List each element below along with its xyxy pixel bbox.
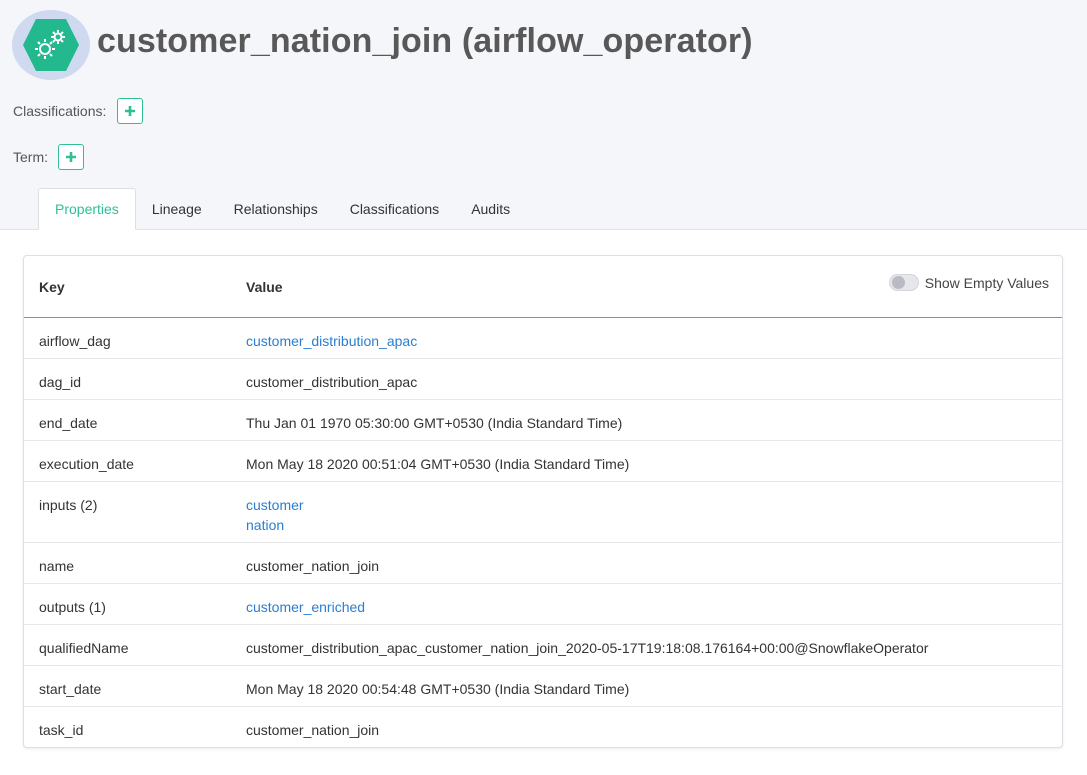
property-value: customer_enriched [246, 597, 365, 617]
property-key: inputs (2) [39, 497, 98, 513]
table-row: qualifiedName customer_distribution_apac_… [24, 625, 1062, 666]
value-text: Mon May 18 2020 00:51:04 GMT+0530 (India… [246, 456, 630, 472]
tab-lineage[interactable]: Lineage [136, 188, 218, 230]
property-key: dag_id [39, 374, 82, 390]
property-key: name [39, 558, 75, 574]
property-value: customer_distribution_apac [246, 372, 417, 392]
value-text: Mon May 18 2020 00:54:48 GMT+0530 (India… [246, 681, 630, 697]
property-value: customer_distribution_apac_customer_nati… [246, 638, 928, 658]
classifications-row: Classifications: [13, 98, 144, 124]
gear-hexagon-icon [12, 10, 90, 80]
value-text: customer_nation_join [246, 722, 380, 738]
value-text: customer_distribution_apac [246, 374, 418, 390]
add-classification-button[interactable] [117, 98, 144, 124]
term-row: Term: [13, 144, 84, 170]
value-text: Thu Jan 01 1970 05:30:00 GMT+0530 (India… [246, 415, 623, 431]
property-key: start_date [39, 681, 102, 697]
key-column-header: Key [39, 279, 65, 295]
property-value: customer_distribution_apac [246, 331, 417, 351]
classifications-label: Classifications: [13, 103, 107, 119]
value-column-header: Value [246, 279, 283, 295]
property-value: Mon May 18 2020 00:54:48 GMT+0530 (India… [246, 679, 629, 699]
table-header: Key Value Show Empty Values [24, 256, 1062, 318]
show-empty-values-label: Show Empty Values [924, 274, 1049, 291]
table-row: end_date Thu Jan 01 1970 05:30:00 GMT+053… [24, 400, 1062, 441]
property-key: execution_date [39, 456, 134, 472]
properties-panel: Key Value Show Empty Values airflow_dagc… [23, 255, 1063, 748]
table-row: dag_id customer_distribution_apac [24, 359, 1062, 400]
entity-link[interactable]: customer_enriched [246, 597, 365, 617]
tab-bar: Properties Lineage Relationships Classif… [38, 188, 526, 230]
show-empty-values-toggle[interactable] [888, 274, 919, 291]
property-key: qualifiedName [39, 640, 129, 656]
property-key: airflow_dag [39, 333, 111, 349]
page-title: customer_nation_join (airflow_operator) [97, 22, 753, 60]
entity-link[interactable]: nation [246, 515, 304, 535]
property-value: Thu Jan 01 1970 05:30:00 GMT+0530 (India… [246, 413, 622, 433]
property-value: Mon May 18 2020 00:51:04 GMT+0530 (India… [246, 454, 629, 474]
value-text: customer_nation_join [246, 558, 380, 574]
toggle-knob [891, 276, 905, 289]
tab-classifications[interactable]: Classifications [334, 188, 455, 230]
entity-link[interactable]: customer_distribution_apac [246, 331, 417, 351]
tab-relationships[interactable]: Relationships [218, 188, 334, 230]
entity-link[interactable]: customer [246, 495, 304, 515]
property-key: end_date [39, 415, 98, 431]
add-term-button[interactable] [58, 144, 84, 170]
tab-audits[interactable]: Audits [455, 188, 526, 230]
table-row: name customer_nation_join [24, 543, 1062, 584]
table-row: inputs (2) customer nation [24, 482, 1062, 543]
plus-icon [66, 152, 76, 162]
table-row: task_id customer_nation_join [24, 707, 1062, 748]
table-row: outputs (1) customer_enriched [24, 584, 1062, 625]
property-key: outputs (1) [39, 599, 106, 615]
tab-properties[interactable]: Properties [38, 188, 136, 230]
table-row: execution_date Mon May 18 2020 00:51:04 G… [24, 441, 1062, 482]
property-value: customer nation [246, 495, 304, 535]
show-empty-values-control: Show Empty Values [888, 274, 1049, 291]
table-row: airflow_dag customer_distribution_apac [24, 318, 1062, 359]
plus-icon [125, 106, 136, 116]
value-text: customer_distribution_apac_customer_nati… [246, 640, 929, 656]
entity-header: customer_nation_join (airflow_operator) … [0, 0, 1087, 230]
term-label: Term: [13, 149, 48, 165]
properties-table-body: airflow_dag customer_distribution_apac dag… [24, 318, 1062, 748]
property-value: customer_nation_join [246, 556, 379, 576]
property-value: customer_nation_join [246, 720, 379, 740]
table-row: start_date Mon May 18 2020 00:54:48 GMT+0… [24, 666, 1062, 707]
property-key: task_id [39, 722, 84, 738]
